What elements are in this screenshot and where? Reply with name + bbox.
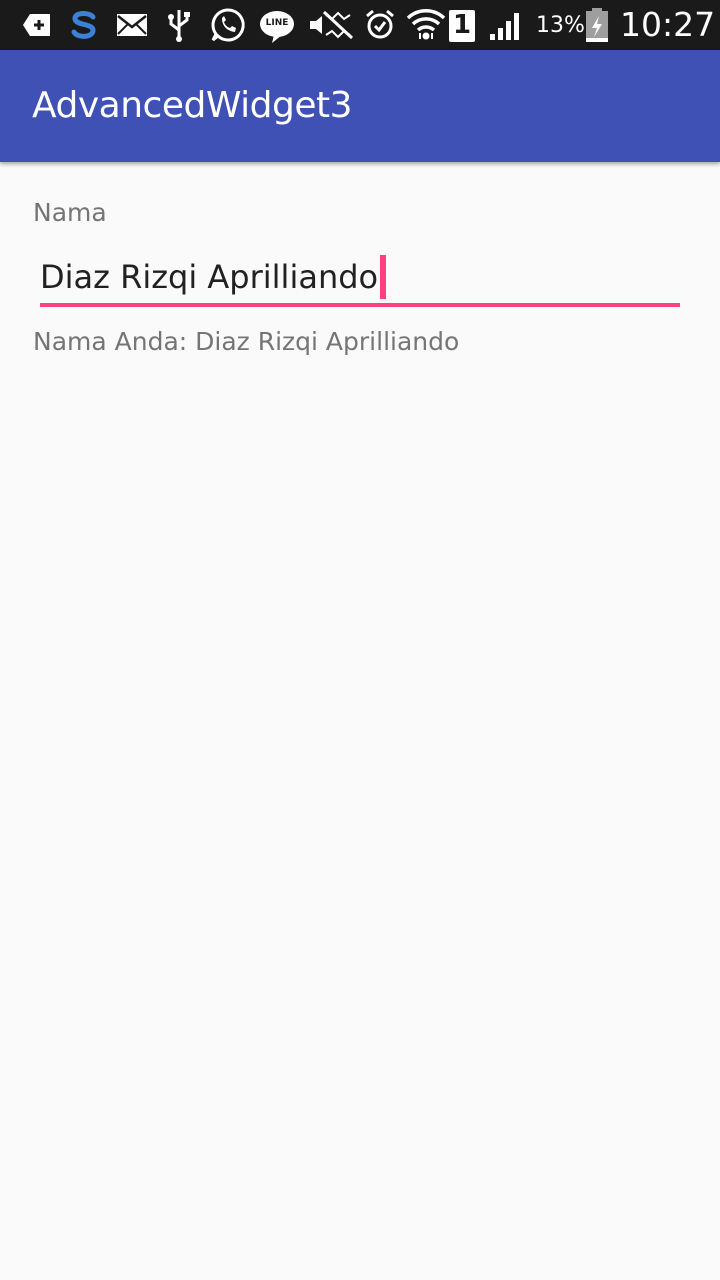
- name-input-container[interactable]: [40, 250, 680, 308]
- alarm-icon: [364, 9, 396, 41]
- mail-icon: [116, 9, 148, 41]
- s-app-icon: [66, 9, 102, 41]
- mute-icon: [308, 9, 356, 41]
- line-icon-label: LINE: [265, 17, 289, 28]
- status-bar: LINE 1 13% 10:27: [0, 0, 720, 50]
- battery-percent: 13%: [536, 13, 585, 38]
- usb-icon: [166, 9, 192, 42]
- name-field-label: Nama: [33, 198, 107, 227]
- app-title: AdvancedWidget3: [32, 85, 353, 126]
- clock: 10:27: [620, 5, 716, 44]
- whatsapp-icon: [210, 8, 246, 42]
- sim-number: 1: [452, 10, 472, 40]
- name-result-text: Nama Anda: Diaz Rizqi Aprilliando: [33, 327, 460, 356]
- signal-icon: [488, 9, 524, 41]
- app-bar: AdvancedWidget3: [0, 50, 720, 162]
- name-input[interactable]: [40, 250, 680, 304]
- line-icon: LINE: [258, 9, 296, 43]
- input-underline: [40, 303, 680, 307]
- battery-icon: [584, 8, 610, 42]
- text-cursor: [380, 255, 387, 299]
- sim-icon: 1: [448, 9, 476, 42]
- wifi-icon: [406, 9, 446, 41]
- add-notification-icon: [22, 9, 52, 41]
